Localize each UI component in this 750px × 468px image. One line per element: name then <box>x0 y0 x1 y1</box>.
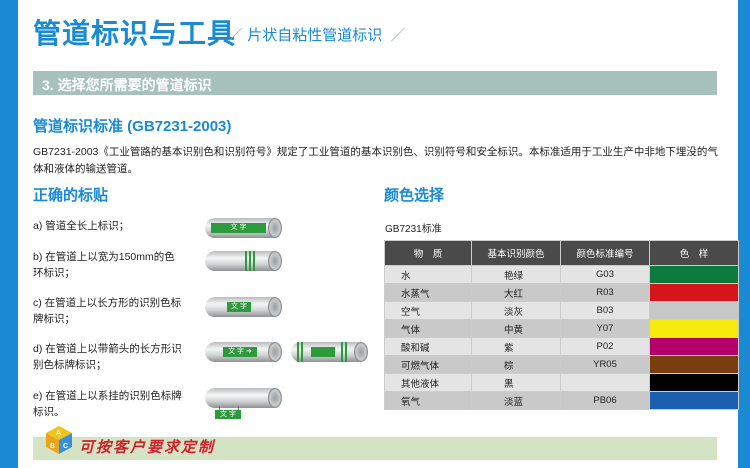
gb-standard-label: GB7231标准 <box>385 224 442 235</box>
svg-text:A: A <box>56 430 61 437</box>
arrow-band <box>341 342 349 362</box>
svg-text:B: B <box>50 443 55 450</box>
labeling-title: 正确的标贴 <box>33 187 109 204</box>
table-row: 气体 中黄 Y07 <box>384 319 739 338</box>
labeling-item-a: a) 管道全长上标识； <box>33 220 130 232</box>
pipe-tag-d: 文 字 ➔ <box>223 347 257 357</box>
color-swatch <box>649 301 739 320</box>
color-swatch <box>649 265 739 284</box>
code-cell: R03 <box>560 283 650 302</box>
color-cell: 艳绿 <box>471 265 561 284</box>
table-row: 酸和碱 紫 P02 <box>384 337 739 356</box>
labeling-item-d: d) 在管道上以带箭头的长方形识别色标牌标识； <box>33 343 182 371</box>
substance-cell: 水 <box>384 265 472 284</box>
table-row: 其他液体 黑 <box>384 373 739 392</box>
colors-title: 颜色选择 <box>384 187 445 204</box>
page-subtitle: ／ 片状自粘性管道标识 ／ <box>228 27 406 44</box>
table-row: 可燃气体 棕 YR05 <box>384 355 739 374</box>
pipe-illustration-a: 文 字 <box>205 218 282 238</box>
standard-title: 管道标识标准 (GB7231-2003) <box>33 118 232 135</box>
pipe-illustration-e <box>205 388 282 408</box>
left-accent-bar <box>0 0 18 468</box>
table-row: 氧气 淡蓝 PB06 <box>384 391 739 410</box>
svg-text:C: C <box>63 443 68 450</box>
substance-cell: 氧气 <box>384 391 472 410</box>
table-row: 空气 淡灰 B03 <box>384 301 739 320</box>
color-cell: 中黄 <box>471 319 561 338</box>
header-color: 基本识别颜色 <box>471 240 561 266</box>
pipe-illustration-d: 文 字 ➔ <box>205 342 282 362</box>
subtitle-text: 片状自粘性管道标识 <box>247 27 383 44</box>
code-cell: YR05 <box>560 355 650 374</box>
right-accent-bar <box>738 0 750 468</box>
color-swatch <box>649 355 739 374</box>
labeling-item-e: e) 在管道上以系挂的识别色标牌标识。 <box>33 390 182 418</box>
standard-description: GB7231-2003《工业管路的基本识别色和识别符号》规定了工业管道的基本识别… <box>33 146 718 175</box>
substance-cell: 酸和碱 <box>384 337 472 356</box>
hanging-tag: 文 字 <box>215 410 241 419</box>
table-row: 水蒸气 大红 R03 <box>384 283 739 302</box>
custom-label: 可按客户要求定制 <box>79 439 216 456</box>
arrow-band <box>297 342 305 362</box>
color-cell: 淡蓝 <box>471 391 561 410</box>
header-swatch: 色 样 <box>649 240 739 266</box>
labeling-item-c: c) 在管道上以长方形的识别色标牌标识； <box>33 297 182 325</box>
pipe-tag-a: 文 字 <box>211 223 266 233</box>
table-row: 水 艳绿 G03 <box>384 265 739 284</box>
section-label: 3. 选择您所需要的管道标识 <box>42 77 212 93</box>
header-substance: 物 质 <box>384 240 472 266</box>
color-cell: 棕 <box>471 355 561 374</box>
substance-cell: 气体 <box>384 319 472 338</box>
section-header: 3. 选择您所需要的管道标识 <box>33 71 717 95</box>
color-cell: 淡灰 <box>471 301 561 320</box>
substance-cell: 可燃气体 <box>384 355 472 374</box>
header-code: 颜色标准编号 <box>560 240 650 266</box>
color-band <box>245 251 257 271</box>
substance-cell: 空气 <box>384 301 472 320</box>
substance-cell: 其他液体 <box>384 373 472 392</box>
code-cell: Y07 <box>560 319 650 338</box>
color-swatch <box>649 337 739 356</box>
code-cell: PB06 <box>560 391 650 410</box>
pipe-illustration-b <box>205 251 282 271</box>
pipe-illustration-d-arrows <box>291 342 368 362</box>
pipe-illustration-c: 文 字 <box>205 297 282 317</box>
pipe-tag-c: 文 字 <box>227 302 251 312</box>
color-cell: 黑 <box>471 373 561 392</box>
substance-cell: 水蒸气 <box>384 283 472 302</box>
color-cell: 紫 <box>471 337 561 356</box>
color-swatch <box>649 283 739 302</box>
labeling-item-b: b) 在管道上以宽为150mm的色环标识； <box>33 251 175 279</box>
pipe-tag-d2 <box>311 347 335 357</box>
page-title: 管道标识与工具 <box>33 18 237 49</box>
color-swatch <box>649 391 739 410</box>
color-table: 物 质 基本识别颜色 颜色标准编号 色 样 水 艳绿 G03 水蒸气 大红 R0… <box>384 240 739 410</box>
color-swatch <box>649 319 739 338</box>
color-cell: 大红 <box>471 283 561 302</box>
code-cell <box>560 373 650 392</box>
code-cell: P02 <box>560 337 650 356</box>
code-cell: G03 <box>560 265 650 284</box>
cube-icon: A B C <box>46 426 72 454</box>
color-swatch <box>649 373 739 392</box>
code-cell: B03 <box>560 301 650 320</box>
color-table-header: 物 质 基本识别颜色 颜色标准编号 色 样 <box>384 240 739 266</box>
